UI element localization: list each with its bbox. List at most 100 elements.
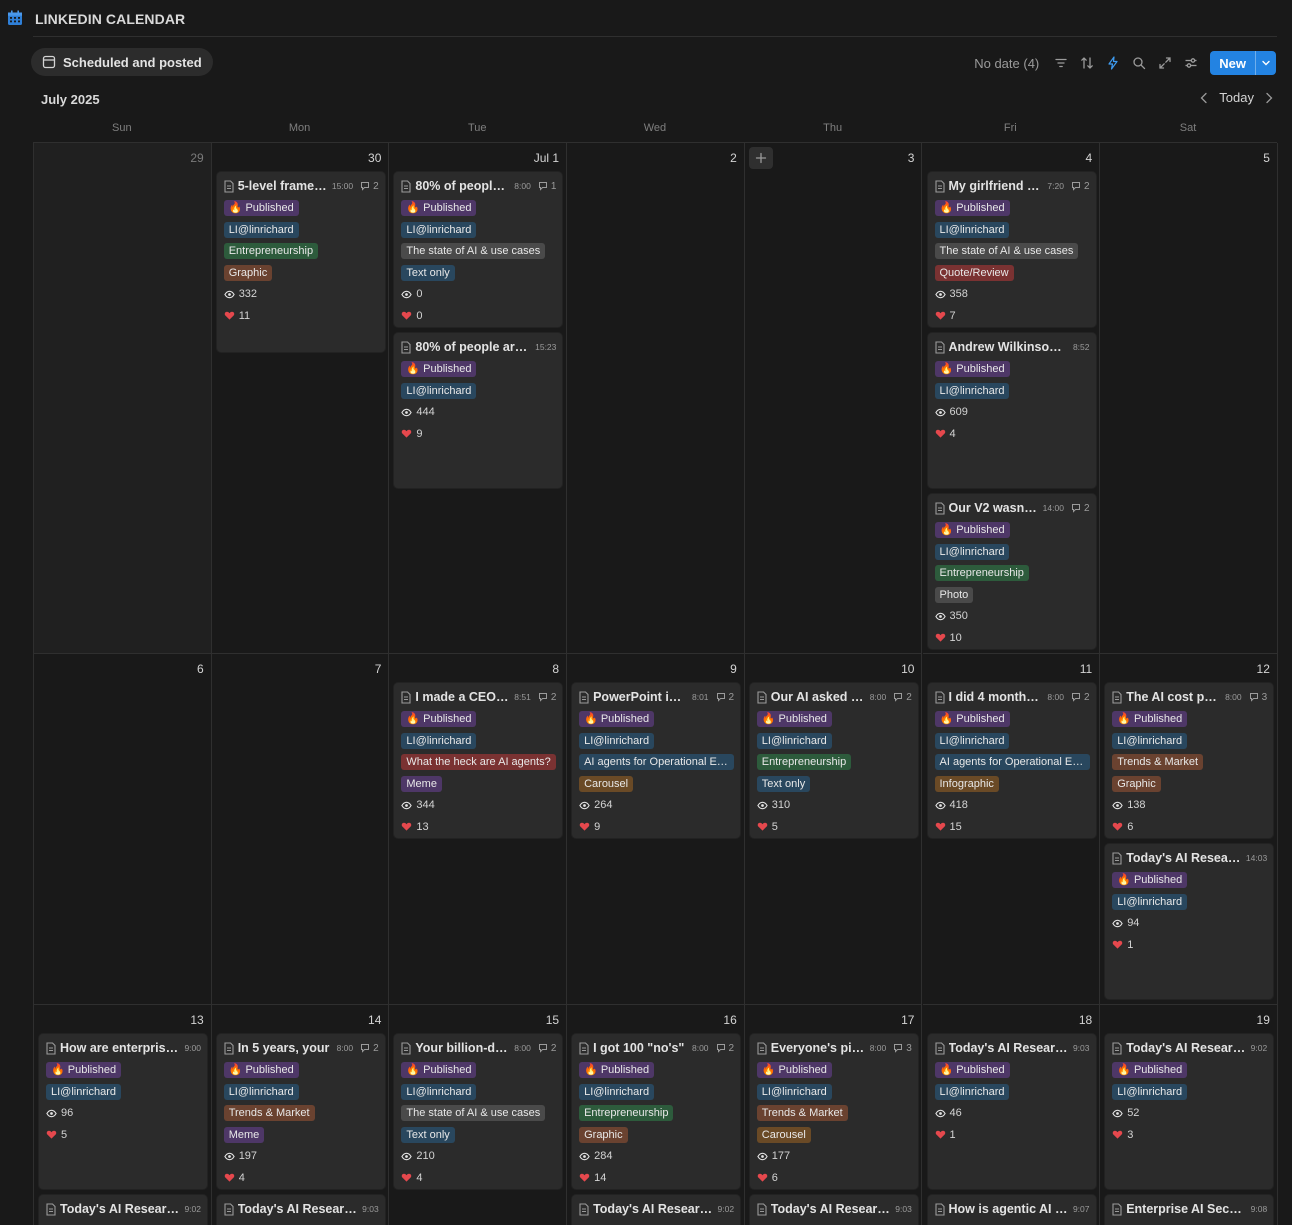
views-value: 0 (416, 288, 423, 300)
page-icon (579, 1041, 589, 1055)
post-card[interactable]: PowerPoint is dead 8:01 2 🔥 Published LI@lin… (572, 683, 741, 838)
search-icon[interactable] (1126, 52, 1152, 74)
weekday-header: Sun (112, 122, 132, 134)
post-card[interactable]: 80% of people are using 15:23 🔥 Published L… (394, 333, 563, 488)
calendar-day-cell[interactable]: 11 I did 4 months of 8:00 2 🔥 Published LI@li… (922, 654, 1101, 1005)
comment-icon (361, 1044, 370, 1053)
card-time: 9:08 (1250, 1204, 1268, 1214)
calendar-day-cell[interactable]: 14 In 5 years, your 8:00 2 🔥 Published LI@lin… (212, 1005, 390, 1225)
likes-value: 0 (416, 309, 423, 322)
post-card[interactable]: 80% of people are 8:00 1 🔥 Published LI@linr… (394, 172, 563, 327)
views-eye-icon (934, 408, 946, 416)
card-title: Enterprise AI Security (1126, 1202, 1246, 1216)
calendar-day-cell[interactable]: 8 I made a CEO cry 8:51 2 🔥 Published LI@linr… (389, 654, 568, 1005)
filter-icon[interactable] (1048, 52, 1074, 74)
calendar-day-cell[interactable]: 12 The AI cost paradox 8:00 3 🔥 Published LI@… (1100, 654, 1278, 1005)
post-card[interactable]: In 5 years, your 8:00 2 🔥 Published LI@linri… (216, 1034, 385, 1189)
calendar-day-cell[interactable]: 13 How are enterprises using 9:00 🔥 Publish… (34, 1005, 212, 1225)
comment-count-value: 2 (373, 1042, 379, 1054)
post-card[interactable]: Today's AI Research Digest 9:03 🔥 Publishe… (927, 1034, 1096, 1189)
post-card[interactable]: Today's AI Research Digest 9:02 (572, 1195, 741, 1225)
likes-value: 1 (949, 1128, 956, 1141)
calendar-day-cell[interactable]: 4 My girlfriend said 7:20 2 🔥 Published LI@li… (922, 143, 1101, 654)
day-number: 16 (723, 1013, 737, 1027)
property-tag: LI@linrichard (934, 221, 1010, 238)
post-card[interactable]: Your billion-dollar 8:00 2 🔥 Published LI@li… (394, 1034, 563, 1189)
today-button[interactable]: Today (1219, 90, 1254, 105)
new-dropdown-button[interactable] (1255, 51, 1276, 75)
settings-sliders-icon[interactable] (1178, 52, 1204, 74)
comment-count-value: 3 (1261, 691, 1268, 703)
post-card[interactable]: My girlfriend said 7:20 2 🔥 Published LI@lin… (927, 172, 1096, 327)
post-card[interactable]: Today's AI Research Digest 9:03 (216, 1195, 385, 1225)
card-time: 8:00 (869, 1043, 887, 1053)
calendar-day-cell[interactable]: 18 Today's AI Research Digest 9:03 🔥 Publis… (923, 1005, 1101, 1225)
views-value: 332 (238, 288, 258, 300)
property-tag: LI@linrichard (934, 382, 1010, 399)
sort-icon[interactable] (1074, 52, 1100, 74)
post-card[interactable]: I did 4 months of 8:00 2 🔥 Published LI@linr… (927, 683, 1096, 838)
plus-icon (755, 152, 766, 164)
comment-count: 2 (1071, 181, 1090, 192)
calendar-day-cell[interactable]: 7 (211, 654, 390, 1005)
post-card[interactable]: Today's AI Research Digest 9:02 🔥 Publishe… (1105, 1034, 1274, 1189)
card-header: Everyone's pitching 8:00 3 (756, 1040, 912, 1056)
calendar-day-cell[interactable]: 6 (34, 654, 212, 1005)
likes-value: 10 (949, 631, 962, 644)
divider (33, 36, 1277, 37)
view-tab-scheduled-and-posted[interactable]: Scheduled and posted (31, 48, 213, 76)
likes-stat: 13 (401, 819, 429, 835)
calendar-day-cell[interactable]: 10 Our AI asked me 8:00 2 🔥 Published LI@linr… (744, 654, 923, 1005)
no-date-button[interactable]: No date (4) (974, 56, 1039, 71)
post-card[interactable]: The AI cost paradox 8:00 3 🔥 Published LI@li… (1105, 683, 1274, 838)
calendar-day-cell[interactable]: 16 I got 100 "no's" 8:00 2 🔥 Published LI@lin… (567, 1005, 745, 1225)
calendar-day-cell[interactable]: 3 (744, 143, 923, 654)
post-card[interactable]: Enterprise AI Security 9:08 (1105, 1195, 1274, 1225)
post-card[interactable]: Our V2 wasn't ready 14:00 2 🔥 Published LI@l… (927, 494, 1096, 649)
likes-stat: 3 (1112, 1127, 1133, 1143)
card-header: Today's AI Research Digest 14:03 (1111, 850, 1267, 866)
chevron-left-icon[interactable] (1199, 92, 1209, 104)
comment-count: 2 (538, 1043, 556, 1054)
comment-count-value: 2 (728, 691, 735, 703)
post-card[interactable]: Everyone's pitching 8:00 3 🔥 Published LI@li… (749, 1034, 918, 1189)
calendar-day-cell[interactable]: 17 Everyone's pitching 8:00 3 🔥 Published LI@… (745, 1005, 923, 1225)
comment-count: 2 (360, 1043, 379, 1054)
card-title: How are enterprises using (60, 1041, 180, 1055)
views-eye-icon (1112, 1109, 1123, 1117)
post-card[interactable]: 5-level framework for 15:00 2 🔥 Published LI… (216, 172, 385, 352)
post-card[interactable]: I got 100 "no's" 8:00 2 🔥 Published LI@linri… (572, 1034, 741, 1189)
comment-icon (1071, 504, 1080, 513)
post-card[interactable]: Today's AI Research Digest 9:03 (749, 1195, 918, 1225)
calendar-day-cell[interactable]: 5 (1100, 143, 1278, 654)
post-card[interactable]: Andrew Wilkinson just 8:52 🔥 Published LI@l… (927, 333, 1096, 488)
calendar-day-cell[interactable]: 9 PowerPoint is dead 8:01 2 🔥 Published LI@li… (567, 654, 745, 1005)
property-tag: 🔥 Published (934, 1062, 1010, 1078)
calendar-day-cell[interactable]: Jul 1 80% of people are 8:00 1 🔥 Published LI… (389, 143, 568, 654)
automation-bolt-icon[interactable] (1100, 52, 1126, 74)
calendar-day-cell[interactable]: 30 5-level framework for 15:00 2 🔥 Published… (211, 143, 390, 654)
post-card[interactable]: I made a CEO cry 8:51 2 🔥 Published LI@linri… (394, 683, 563, 838)
chevron-right-icon[interactable] (1264, 92, 1274, 104)
likes-stat: 5 (757, 819, 778, 835)
property-tag: Text only (401, 264, 455, 281)
expand-icon[interactable] (1152, 52, 1178, 74)
calendar-day-cell[interactable]: 15 Your billion-dollar 8:00 2 🔥 Published LI@… (389, 1005, 568, 1225)
post-card[interactable]: How is agentic AI reshaping 9:07 (927, 1195, 1096, 1225)
calendar-day-cell[interactable]: 19 Today's AI Research Digest 9:02 🔥 Publis… (1100, 1005, 1278, 1225)
card-header: Today's AI Research Digest 9:03 (223, 1201, 379, 1217)
property-tag: AI agents for Operational Efficiency (579, 754, 735, 770)
post-card[interactable]: How are enterprises using 9:00 🔥 Published… (39, 1034, 207, 1189)
likes-heart-icon (757, 1173, 768, 1182)
comment-count: 2 (893, 692, 912, 703)
property-tag: The state of AI & use cases (401, 1105, 546, 1121)
views-stat: 52 (1112, 1105, 1139, 1121)
add-event-button[interactable] (748, 147, 773, 169)
card-title: I did 4 months of (948, 690, 1043, 704)
calendar-day-cell[interactable]: 2 (567, 143, 745, 654)
post-card[interactable]: Today's AI Research Digest 9:02 (39, 1195, 207, 1225)
calendar-day-cell[interactable]: 29 (34, 143, 212, 654)
post-card[interactable]: Our AI asked me 8:00 2 🔥 Published LI@linric… (749, 683, 918, 838)
new-button[interactable]: New (1210, 51, 1255, 75)
post-card[interactable]: Today's AI Research Digest 14:03 🔥 Publish… (1105, 844, 1274, 999)
